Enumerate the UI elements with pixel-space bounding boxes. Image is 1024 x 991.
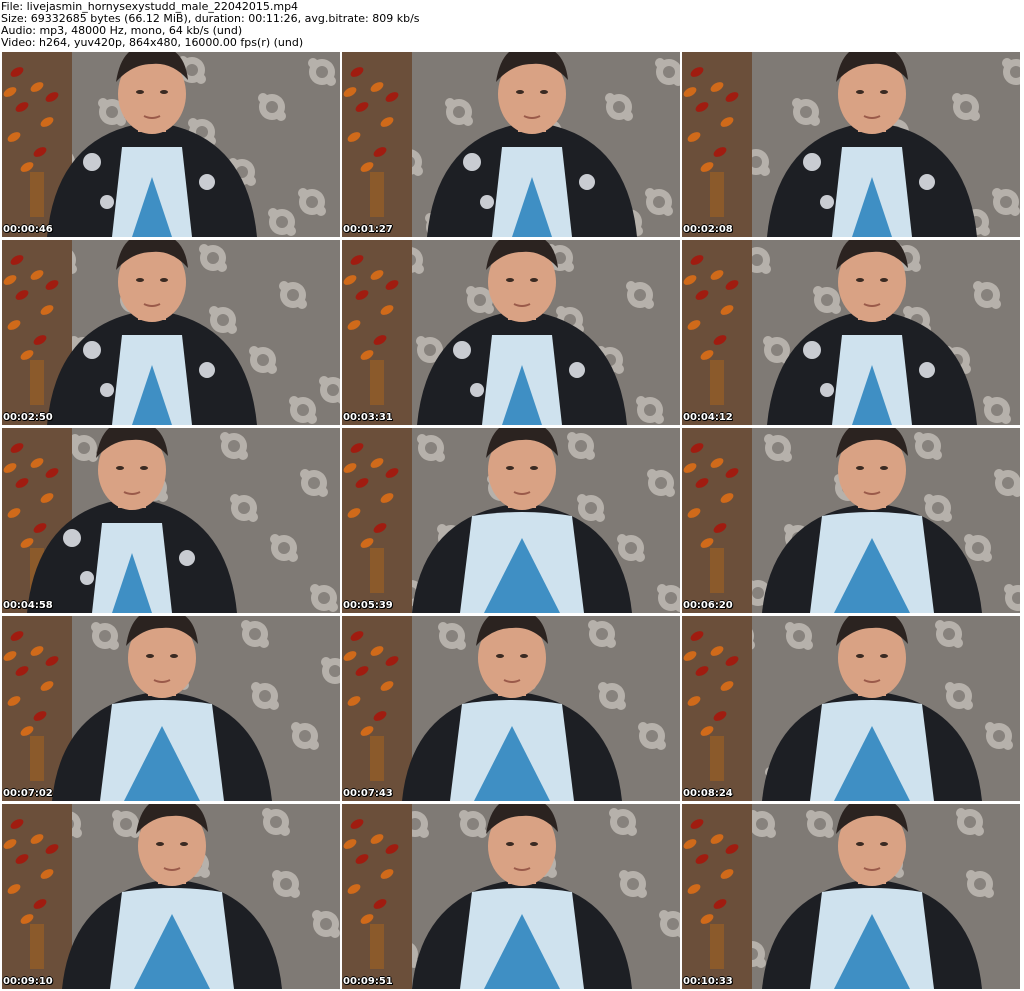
- thumbnail-frame-image: [682, 240, 1020, 425]
- thumbnail-timestamp: 00:02:50: [3, 412, 53, 423]
- thumbnail-grid: 00:00:46 00:01:27 00:02:08 00:02:50 00:03:31…: [0, 50, 1024, 991]
- thumbnail-frame-image: [342, 616, 680, 801]
- thumbnail-timestamp: 00:03:31: [343, 412, 393, 423]
- video-thumbnail: 00:08:24: [682, 616, 1020, 801]
- thumbnail-frame-image: [2, 428, 340, 613]
- thumbnail-timestamp: 00:04:12: [683, 412, 733, 423]
- video-thumbnail: 00:04:12: [682, 240, 1020, 425]
- video-thumbnail: 00:04:58: [2, 428, 340, 613]
- video-thumbnail: 00:05:39: [342, 428, 680, 613]
- video-thumbnail: 00:07:02: [2, 616, 340, 801]
- thumbnail-frame-image: [682, 52, 1020, 237]
- info-header: File: livejasmin_hornysexystudd_male_220…: [0, 0, 1024, 50]
- thumbnail-timestamp: 00:07:43: [343, 788, 393, 799]
- thumbnail-frame-image: [2, 240, 340, 425]
- video-thumbnail: 00:01:27: [342, 52, 680, 237]
- thumbnail-frame-image: [2, 52, 340, 237]
- video-thumbnail: 00:00:46: [2, 52, 340, 237]
- thumbnail-timestamp: 00:05:39: [343, 600, 393, 611]
- thumbnail-frame-image: [342, 52, 680, 237]
- video-thumbnail: 00:03:31: [342, 240, 680, 425]
- thumbnail-timestamp: 00:09:51: [343, 976, 393, 987]
- thumbnail-timestamp: 00:09:10: [3, 976, 53, 987]
- thumbnail-frame-image: [682, 804, 1020, 989]
- thumbnail-timestamp: 00:01:27: [343, 224, 393, 235]
- thumbnail-frame-image: [342, 804, 680, 989]
- video-thumbnail: 00:02:50: [2, 240, 340, 425]
- thumbnail-frame-image: [2, 616, 340, 801]
- video-thumbnail: 00:09:10: [2, 804, 340, 989]
- thumbnail-timestamp: 00:10:33: [683, 976, 733, 987]
- thumbnail-frame-image: [2, 804, 340, 989]
- video-thumbnail: 00:10:33: [682, 804, 1020, 989]
- thumbnail-timestamp: 00:06:20: [683, 600, 733, 611]
- video-thumbnail: 00:02:08: [682, 52, 1020, 237]
- thumbnail-timestamp: 00:00:46: [3, 224, 53, 235]
- video-thumbnail: 00:07:43: [342, 616, 680, 801]
- thumbnail-frame-image: [342, 240, 680, 425]
- thumbnail-timestamp: 00:08:24: [683, 788, 733, 799]
- video-info-line: Video: h264, yuv420p, 864x480, 16000.00 …: [1, 36, 304, 49]
- thumbnail-frame-image: [682, 428, 1020, 613]
- thumbnail-frame-image: [342, 428, 680, 613]
- thumbnail-timestamp: 00:02:08: [683, 224, 733, 235]
- thumbnail-timestamp: 00:04:58: [3, 600, 53, 611]
- video-thumbnail: 00:06:20: [682, 428, 1020, 613]
- thumbnail-frame-image: [682, 616, 1020, 801]
- thumbnail-timestamp: 00:07:02: [3, 788, 53, 799]
- video-thumbnail: 00:09:51: [342, 804, 680, 989]
